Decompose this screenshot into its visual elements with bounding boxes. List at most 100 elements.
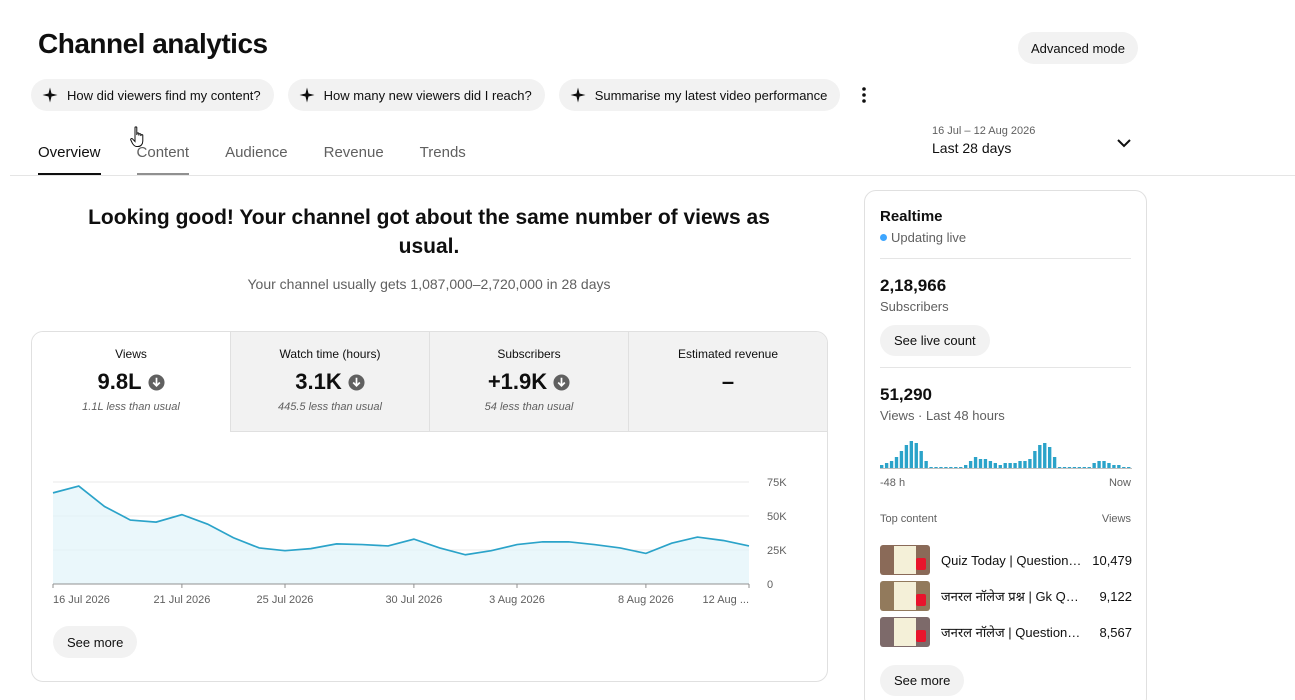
live-status: Updating live (880, 230, 966, 245)
prompt-chip-traffic[interactable]: How did viewers find my content? (31, 79, 274, 111)
date-range-preset: Last 28 days (932, 140, 1012, 156)
histogram-bar (988, 461, 993, 469)
video-views: 10,479 (1092, 552, 1132, 568)
x-tick-label: 21 Jul 2026 (153, 594, 210, 606)
separator (880, 367, 1131, 368)
prompt-chip-label: Summarise my latest video performance (594, 87, 828, 103)
sparkle-icon (42, 87, 58, 103)
metric-estimated-revenue[interactable]: Estimated revenue – (628, 332, 827, 432)
histogram-bar (894, 457, 899, 469)
live-dot-icon (880, 234, 887, 241)
see-live-count-button[interactable]: See live count (880, 325, 990, 356)
metric-note: 1.1L less than usual (82, 401, 180, 413)
metric-value-row: 9.8L (32, 368, 230, 396)
prompt-chip-new-viewers[interactable]: How many new viewers did I reach? (287, 79, 545, 111)
sparkle-icon (299, 87, 315, 103)
top-content-row[interactable]: जनरल नॉलेज प्रश्न | Gk Qui… 9,122 (880, 581, 1132, 611)
prompt-chip-summary[interactable]: Summarise my latest video performance (558, 79, 841, 111)
shorts-icon (916, 630, 926, 642)
metric-label: Views (115, 347, 147, 361)
histogram-bar (973, 457, 978, 469)
shorts-icon (916, 594, 926, 606)
performance-headline: Looking good! Your channel got about the… (88, 206, 770, 258)
video-title: जनरल नॉलेज प्रश्न | Gk Qui… (941, 589, 1083, 604)
metric-value-row: – (629, 368, 827, 396)
metric-value-row: 3.1K (231, 368, 429, 396)
arrow-down-icon (348, 373, 365, 391)
prompt-chip-label: How many new viewers did I reach? (323, 87, 532, 103)
metric-value: +1.9K (487, 369, 548, 394)
histogram-bar (1048, 447, 1052, 469)
analytics-tabs: Overview Content Audience Revenue Trends (38, 137, 502, 175)
page-title: Channel analytics (38, 28, 268, 59)
views-column-label: Views (1101, 513, 1131, 525)
realtime-views-histogram (880, 441, 1132, 469)
more-options-icon[interactable] (852, 79, 876, 111)
prompt-chip-label: How did viewers find my content? (67, 87, 261, 103)
histogram-bar (968, 461, 973, 469)
performance-subline: Your channel usually gets 1,087,000–2,72… (247, 276, 611, 292)
sparkle-icon (570, 87, 586, 103)
top-content-row[interactable]: जनरल नॉलेज | Question … 8,567 (880, 617, 1132, 647)
separator (880, 258, 1131, 259)
video-title: जनरल नॉलेज | Question … (941, 625, 1083, 640)
chevron-down-icon[interactable] (1116, 135, 1132, 151)
date-range-text: 16 Jul – 12 Aug 2026 (932, 125, 1036, 137)
views-chart: 75K 50K 25K 0 16 Jul 2026 21 Jul 2026 25 Jul 2… (52, 477, 787, 606)
histogram-end-label: Now (1108, 477, 1131, 489)
histogram-bar (1052, 457, 1057, 469)
tab-overview[interactable]: Overview (38, 137, 101, 175)
subscriber-count: 2,18,966 (880, 276, 947, 295)
shorts-icon (916, 558, 926, 570)
histogram-bar (899, 451, 904, 469)
top-content-row[interactable]: Quiz Today | Question… 10,479 (880, 545, 1132, 575)
metric-tabs: Views 9.8L 1.1L less than usual Watch ti… (32, 332, 827, 432)
histogram-bar (904, 445, 909, 469)
arrow-down-icon (553, 373, 570, 391)
metric-value: 3.1K (295, 369, 342, 394)
x-tick-label: 25 Jul 2026 (257, 594, 314, 606)
metric-value: – (721, 369, 735, 394)
histogram-bar (1023, 461, 1027, 469)
tab-trends[interactable]: Trends (420, 137, 466, 175)
realtime-card: Realtime Updating live 2,18,966 Subscrib… (864, 190, 1147, 700)
video-thumbnail (880, 581, 930, 611)
y-tick-label: 25K (767, 545, 787, 557)
tab-audience[interactable]: Audience (225, 137, 288, 175)
x-tick-label: 30 Jul 2026 (385, 594, 442, 606)
see-more-button[interactable]: See more (53, 626, 138, 658)
y-tick-label: 50K (767, 511, 787, 523)
views-area-fill (53, 486, 749, 584)
x-tick-label: 12 Aug ... (703, 594, 749, 606)
metric-views[interactable]: Views 9.8L 1.1L less than usual (32, 332, 230, 432)
advanced-mode-button[interactable]: Advanced mode (1018, 32, 1138, 64)
metric-subscribers[interactable]: Subscribers +1.9K 54 less than usual (429, 332, 628, 432)
tabs-divider (10, 175, 1295, 176)
histogram-bar (978, 459, 983, 469)
video-title: Quiz Today | Question… (941, 552, 1082, 568)
metric-note: 445.5 less than usual (278, 401, 382, 413)
histogram-bar (924, 461, 928, 469)
metric-note: 54 less than usual (484, 401, 574, 413)
histogram-bar (1097, 461, 1101, 469)
realtime-title: Realtime (880, 208, 943, 225)
video-thumbnail (880, 617, 930, 647)
histogram-start-label: -48 h (880, 477, 906, 489)
metric-label: Subscribers (497, 347, 561, 361)
histogram-bar (914, 443, 918, 469)
histogram-bar (909, 441, 914, 469)
x-tick-label: 8 Aug 2026 (618, 594, 674, 606)
histogram-bar (983, 459, 988, 469)
metric-watch-time[interactable]: Watch time (hours) 3.1K 445.5 less than … (230, 332, 429, 432)
arrow-down-icon (147, 373, 165, 391)
tab-revenue[interactable]: Revenue (324, 137, 384, 175)
histogram-bar (1043, 443, 1047, 469)
x-tick-label: 16 Jul 2026 (53, 594, 110, 606)
video-thumbnail (880, 545, 930, 575)
histogram-bar (1033, 451, 1037, 469)
prompt-chips: How did viewers find my content? How man… (31, 79, 876, 111)
video-views: 8,567 (1099, 624, 1132, 640)
metric-label: Watch time (hours) (279, 347, 381, 361)
date-range-picker[interactable]: 16 Jul – 12 Aug 2026 Last 28 days (932, 125, 1035, 156)
realtime-see-more-button[interactable]: See more (880, 665, 965, 696)
